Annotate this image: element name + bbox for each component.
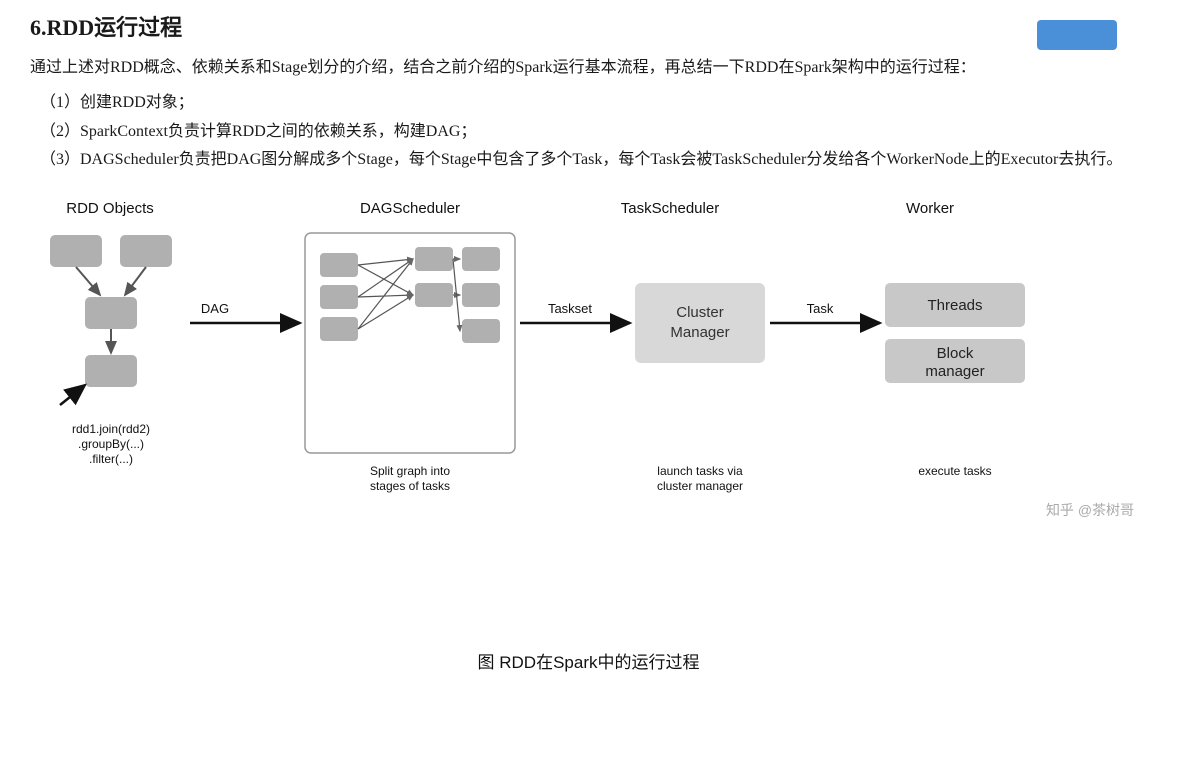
diagram-caption: 图 RDD在Spark中的运行过程 [30, 648, 1147, 673]
svg-text:stages of tasks: stages of tasks [370, 479, 450, 493]
svg-text:.filter(...): .filter(...) [89, 452, 133, 466]
svg-text:rdd1.join(rdd2): rdd1.join(rdd2) [72, 422, 150, 436]
svg-text:Cluster: Cluster [676, 304, 724, 321]
svg-text:cluster manager: cluster manager [657, 479, 743, 493]
svg-text:Split graph into: Split graph into [370, 464, 450, 478]
intro-item-1: （1）创建RDD对象； [30, 89, 1147, 118]
svg-text:Taskset: Taskset [548, 301, 592, 316]
svg-text:Task: Task [807, 301, 834, 316]
page-title: 6.RDD运行过程 [30, 10, 1147, 42]
svg-text:Manager: Manager [670, 324, 729, 341]
threads-label: Threads [927, 297, 982, 314]
intro-item-3: （3）DAGScheduler负责把DAG图分解成多个Stage，每个Stage… [30, 146, 1147, 175]
svg-text:launch tasks via: launch tasks via [657, 464, 743, 478]
svg-text:DAG: DAG [201, 301, 229, 316]
diagram-area: RDD Objects DAGScheduler TaskScheduler W… [30, 185, 1147, 630]
svg-text:execute tasks: execute tasks [918, 464, 991, 478]
rdd-box-top-left [50, 235, 102, 267]
worker-label: Worker [906, 200, 954, 217]
cluster-manager-box [635, 283, 765, 363]
rdd-box-middle [85, 297, 137, 329]
svg-text:manager: manager [925, 363, 984, 380]
watermark: 知乎 @茶树哥 [1046, 502, 1134, 518]
intro-item-2: （2）SparkContext负责计算RDD之间的依赖关系，构建DAG； [30, 118, 1147, 147]
svg-text:.groupBy(...): .groupBy(...) [78, 437, 144, 451]
intro-paragraph-1: 通过上述对RDD概念、依赖关系和Stage划分的介绍，结合之前介绍的Spark运… [30, 54, 1147, 83]
dag-scheduler-label: DAGScheduler [360, 200, 460, 217]
task-scheduler-label: TaskScheduler [621, 200, 719, 217]
svg-text:Block: Block [937, 345, 974, 362]
rdd-objects-label: RDD Objects [66, 200, 154, 217]
rdd-box-bottom [85, 355, 137, 387]
blue-button[interactable] [1037, 20, 1117, 50]
rdd-box-top-right [120, 235, 172, 267]
